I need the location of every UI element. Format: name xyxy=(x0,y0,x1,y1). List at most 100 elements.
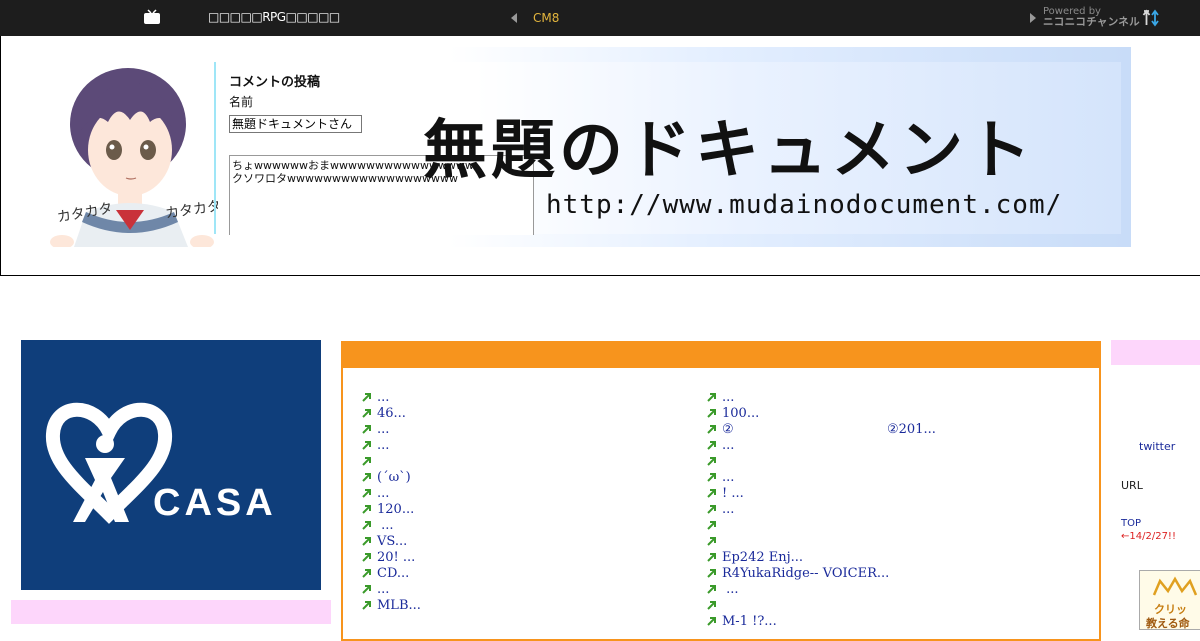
article-row: 46... xyxy=(362,406,421,422)
arrow-up-right-icon xyxy=(707,489,716,498)
article-link[interactable]: ... xyxy=(722,502,734,517)
article-row xyxy=(362,454,421,470)
article-link[interactable]: R4YukaRidge-- VOICER... xyxy=(722,566,889,581)
article-row: ... xyxy=(362,390,421,406)
channel-title[interactable]: □□□□□RPG□□□□□ xyxy=(208,10,340,24)
article-row: VS... xyxy=(362,534,421,550)
article-link[interactable]: ... xyxy=(377,438,389,453)
article-link[interactable]: MLB... xyxy=(377,598,421,613)
right-pink-bar xyxy=(1111,340,1200,365)
article-row: ... xyxy=(362,486,421,502)
article-row xyxy=(707,454,889,470)
comment-form-title: コメントの投稿 xyxy=(229,75,321,90)
article-row xyxy=(707,518,889,534)
article-row: 20! ... xyxy=(362,550,421,566)
arrow-up-right-icon xyxy=(707,553,716,562)
article-row: MLB... xyxy=(362,598,421,614)
url-label: URL xyxy=(1121,479,1143,492)
arrow-up-right-icon xyxy=(362,409,371,418)
article-row: ... xyxy=(707,390,889,406)
article-link-extra[interactable]: ②201... xyxy=(887,422,936,438)
arrow-up-right-icon xyxy=(362,505,371,514)
article-link[interactable]: 120... xyxy=(377,502,414,517)
tv-icon[interactable] xyxy=(143,9,161,25)
arrow-up-right-icon xyxy=(707,505,716,514)
powered-by-niconico[interactable]: Powered by ニコニコチャンネル xyxy=(1043,6,1140,28)
arrow-up-right-icon xyxy=(362,553,371,562)
registered-mark: ® xyxy=(127,483,137,494)
arrow-up-right-icon xyxy=(707,393,716,402)
click-ad-text-2: 教える命 xyxy=(1146,617,1190,630)
name-input[interactable]: 無題ドキュメントさん xyxy=(229,115,362,133)
article-link[interactable]: ... xyxy=(377,390,389,405)
top-link[interactable]: TOP xyxy=(1121,518,1141,529)
arrow-up-right-icon xyxy=(362,441,371,450)
cm-label[interactable]: CM8 xyxy=(533,11,559,25)
left-pink-bar xyxy=(11,600,331,624)
arrow-up-right-icon xyxy=(362,393,371,402)
arrow-up-right-icon xyxy=(362,425,371,434)
site-logo-title: 無題のドキュメント xyxy=(423,113,1035,188)
arrow-up-right-icon xyxy=(362,521,371,530)
arrow-up-right-icon xyxy=(707,521,716,530)
article-link[interactable]: M-1 !?... xyxy=(722,614,777,629)
article-row: 120... xyxy=(362,502,421,518)
sort-arrows-icon[interactable] xyxy=(1141,8,1161,28)
article-link[interactable]: 100... xyxy=(722,406,759,421)
top-navigation-bar: □□□□□RPG□□□□□ CM8 Powered by ニコニコチャンネル xyxy=(0,0,1200,36)
site-banner[interactable]: カタカタ カタカタ コメントの投稿 名前 無題ドキュメントさん ちょwwwwww… xyxy=(31,47,1131,247)
arrow-up-right-icon xyxy=(362,585,371,594)
article-link[interactable]: ... xyxy=(722,438,734,453)
article-row: ... xyxy=(362,422,421,438)
article-link[interactable]: ... xyxy=(377,422,389,437)
article-row: R4YukaRidge-- VOICER... xyxy=(707,566,889,582)
casa-brand-text: CASA xyxy=(153,482,277,524)
site-logo-url: http://www.mudainodocument.com/ xyxy=(546,190,1063,220)
casa-ad-banner[interactable]: ® CASA xyxy=(21,340,321,590)
arrow-up-right-icon xyxy=(707,457,716,466)
article-row: ... xyxy=(707,582,889,598)
article-link[interactable]: ... xyxy=(377,518,393,533)
mascot-sfx-right: カタカタ xyxy=(164,198,218,222)
article-link[interactable]: VS... xyxy=(377,534,407,549)
article-link[interactable]: ... xyxy=(722,470,734,485)
chevron-left-icon[interactable] xyxy=(511,13,517,23)
article-row: ... xyxy=(362,582,421,598)
article-link[interactable]: ... xyxy=(377,486,389,501)
article-link[interactable]: (´ω`) xyxy=(377,470,411,485)
article-link[interactable]: ... xyxy=(722,390,734,405)
crown-icon xyxy=(1152,576,1198,596)
right-article-column: ... 100... ② ②201.........! ...... Ep242 Enj… xyxy=(707,390,936,630)
arrow-up-right-icon xyxy=(707,569,716,578)
arrow-up-right-icon xyxy=(707,409,716,418)
mascot-illustration: カタカタ カタカタ xyxy=(50,68,218,247)
arrow-up-right-icon xyxy=(362,473,371,482)
article-row: ... xyxy=(707,502,889,518)
arrow-up-right-icon xyxy=(707,425,716,434)
article-link[interactable]: ② xyxy=(722,422,734,437)
article-row: M-1 !?... xyxy=(707,614,889,630)
article-row: Ep242 Enj... xyxy=(707,550,889,566)
arrow-up-right-icon xyxy=(362,601,371,610)
article-link[interactable]: 20! ... xyxy=(377,550,415,565)
chevron-right-icon[interactable] xyxy=(1030,13,1036,23)
arrow-up-right-icon xyxy=(362,537,371,546)
article-link[interactable]: ... xyxy=(722,582,738,597)
click-ad-banner[interactable]: クリッ 教える命 xyxy=(1139,570,1200,630)
article-row xyxy=(707,534,889,550)
article-row: ! ... xyxy=(707,486,889,502)
article-link[interactable]: ! ... xyxy=(722,486,744,501)
arrow-up-right-icon xyxy=(707,617,716,626)
divider xyxy=(214,62,216,234)
article-link[interactable]: Ep242 Enj... xyxy=(722,550,803,565)
article-row: ... xyxy=(707,438,889,454)
arrow-up-right-icon xyxy=(362,569,371,578)
article-link[interactable]: ... xyxy=(377,582,389,597)
article-link[interactable]: CD... xyxy=(377,566,409,581)
niconico-channel-logo: ニコニコチャンネル xyxy=(1043,16,1140,28)
twitter-link[interactable]: twitter xyxy=(1139,440,1175,453)
article-row: ② ②201... xyxy=(707,422,936,438)
article-link[interactable]: 46... xyxy=(377,406,406,421)
article-row: (´ω`) xyxy=(362,470,421,486)
article-list-header xyxy=(341,341,1101,368)
